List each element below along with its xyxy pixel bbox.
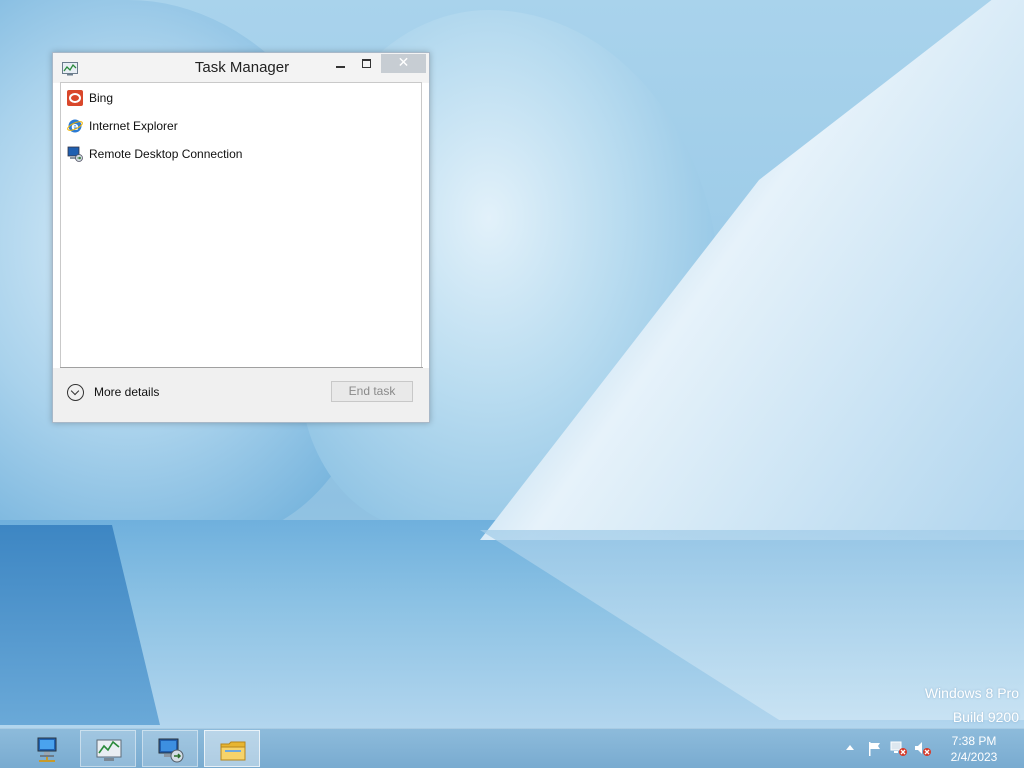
list-item-internet-explorer[interactable]: e Internet Explorer bbox=[67, 116, 407, 138]
maximize-button[interactable] bbox=[355, 54, 379, 74]
chevron-down-icon bbox=[67, 384, 84, 401]
action-center-flag-icon[interactable] bbox=[866, 741, 884, 757]
more-details-label: More details bbox=[94, 385, 160, 399]
taskbar: 7:38 PM 2/4/2023 bbox=[0, 728, 1024, 768]
file-explorer-icon bbox=[220, 741, 246, 761]
windows-edition-watermark: Windows 8 Pro bbox=[924, 685, 1019, 701]
minimize-button[interactable] bbox=[329, 54, 353, 74]
network-disconnected-icon[interactable] bbox=[890, 741, 908, 757]
close-button[interactable]: ✕ bbox=[381, 54, 426, 73]
taskbar-file-explorer[interactable] bbox=[204, 730, 260, 767]
more-details-toggle[interactable]: More details bbox=[67, 382, 177, 404]
remote-desktop-icon bbox=[67, 146, 83, 162]
task-manager-window: Task Manager ✕ Bing e Internet Explorer … bbox=[52, 52, 430, 423]
list-item-bing[interactable]: Bing bbox=[67, 88, 407, 110]
app-label: Internet Explorer bbox=[89, 119, 178, 133]
list-item-remote-desktop[interactable]: Remote Desktop Connection bbox=[67, 144, 407, 166]
bing-icon bbox=[67, 90, 83, 106]
taskbar-remote-desktop[interactable] bbox=[142, 730, 198, 767]
window-footer: More details End task bbox=[53, 368, 429, 422]
network-computer-icon bbox=[37, 737, 57, 762]
windows-build-watermark: Build 9200 bbox=[952, 709, 1019, 725]
title-bar[interactable]: Task Manager ✕ bbox=[53, 53, 429, 83]
task-manager-icon bbox=[96, 739, 122, 761]
show-hidden-icons-arrow[interactable] bbox=[846, 745, 854, 750]
app-label: Bing bbox=[89, 91, 114, 105]
clock-time: 7:38 PM bbox=[951, 734, 997, 748]
remote-desktop-icon bbox=[158, 738, 184, 763]
volume-muted-icon[interactable] bbox=[914, 741, 932, 757]
clock-date: 2/4/2023 bbox=[950, 750, 998, 764]
desktop: Windows 8 Pro Build 9200 Task Manager ✕ bbox=[0, 0, 1024, 768]
taskbar-network-computer[interactable] bbox=[20, 730, 76, 767]
internet-explorer-icon: e bbox=[67, 118, 83, 134]
app-label: Remote Desktop Connection bbox=[89, 147, 243, 161]
end-task-button[interactable]: End task bbox=[331, 381, 413, 402]
taskbar-task-manager[interactable] bbox=[80, 730, 136, 767]
app-list: Bing e Internet Explorer Remote Desktop … bbox=[60, 82, 422, 367]
clock[interactable]: 7:38 PM 2/4/2023 bbox=[944, 733, 1004, 765]
